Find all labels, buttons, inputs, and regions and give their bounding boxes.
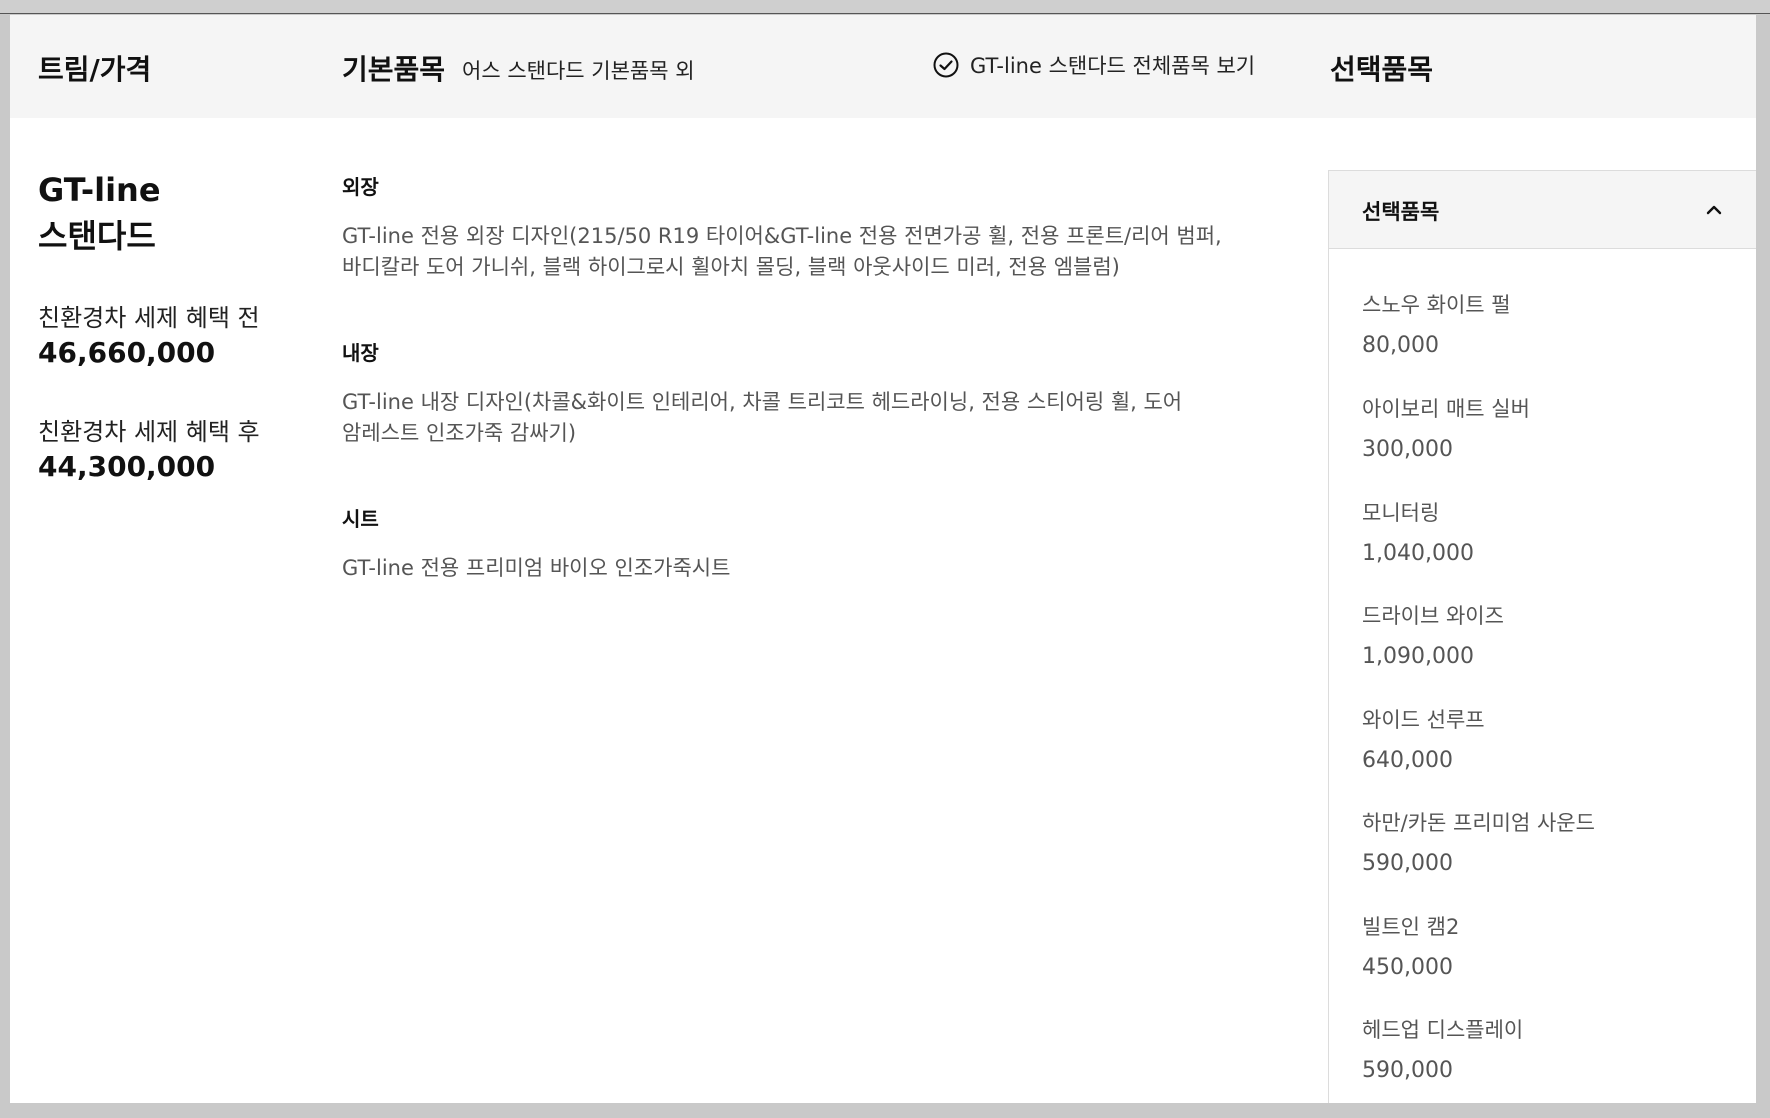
trim-name: GT-line 스탠다드 [38, 167, 161, 259]
trim-detail-panel: 트림/가격 기본품목 어스 스탠다드 기본품목 외 GT-line 스탠다드 전… [10, 15, 1756, 1103]
category-interior-desc: GT-line 내장 디자인(차콜&화이트 인테리어, 차콜 트리코트 헤드라이… [342, 387, 1242, 449]
header-bar: 트림/가격 기본품목 어스 스탠다드 기본품목 외 GT-line 스탠다드 전… [10, 15, 1756, 118]
view-all-items-label: GT-line 스탠다드 전체품목 보기 [970, 54, 1256, 78]
option-name: 헤드업 디스플레이 [1362, 1018, 1524, 1042]
trim-price-heading: 트림/가격 [38, 53, 152, 86]
option-name: 빌트인 캠2 [1362, 915, 1460, 939]
optional-items-accordion: 선택품목 스노우 화이트 펄 80,000 아이보리 매트 실버 300,000… [1328, 170, 1756, 1103]
option-name: 와이드 선루프 [1362, 708, 1485, 732]
option-price: 300,000 [1362, 437, 1453, 462]
option-name: 하만/카돈 프리미엄 사운드 [1362, 811, 1595, 835]
desc-line: 암레스트 인조가죽 감싸기) [342, 421, 577, 445]
option-price: 640,000 [1362, 748, 1453, 773]
option-name: 스노우 화이트 펄 [1362, 293, 1511, 317]
desc-line: GT-line 내장 디자인(차콜&화이트 인테리어, 차콜 트리코트 헤드라이… [342, 390, 1183, 414]
price-before-label: 친환경차 세제 혜택 전 [38, 304, 260, 332]
option-price: 1,090,000 [1362, 644, 1474, 669]
option-price: 1,040,000 [1362, 541, 1474, 566]
option-item: 와이드 선루프 640,000 [1362, 704, 1485, 773]
price-after-value: 44,300,000 [38, 450, 216, 483]
category-exterior-desc: GT-line 전용 외장 디자인(215/50 R19 타이어&GT-line… [342, 221, 1242, 283]
option-name: 모니터링 [1362, 501, 1440, 525]
basic-items-heading: 기본품목 [342, 53, 446, 86]
option-price: 450,000 [1362, 955, 1453, 980]
view-all-items-link[interactable]: GT-line 스탠다드 전체품목 보기 [932, 48, 1255, 82]
optional-items-accordion-title: 선택품목 [1362, 200, 1440, 224]
desc-line: 바디칼라 도어 가니쉬, 블랙 하이그로시 휠아치 몰딩, 블랙 아웃사이드 미… [342, 255, 1120, 279]
option-price: 590,000 [1362, 851, 1453, 876]
category-exterior-title: 외장 [342, 175, 379, 199]
option-name: 드라이브 와이즈 [1362, 604, 1504, 628]
price-after-label: 친환경차 세제 혜택 후 [38, 418, 260, 446]
category-interior-title: 내장 [342, 341, 379, 365]
desc-line: GT-line 전용 프리미엄 바이오 인조가죽시트 [342, 556, 731, 580]
option-price: 80,000 [1362, 333, 1439, 358]
option-price: 590,000 [1362, 1058, 1453, 1083]
basic-items-subtitle: 어스 스탠다드 기본품목 외 [462, 59, 695, 83]
option-item: 하만/카돈 프리미엄 사운드 590,000 [1362, 807, 1595, 876]
check-circle-icon [933, 52, 959, 78]
option-item: 빌트인 캠2 450,000 [1362, 911, 1459, 980]
category-seat-title: 시트 [342, 507, 379, 531]
option-name: 아이보리 매트 실버 [1362, 397, 1530, 421]
trim-name-line2: 스탠다드 [38, 217, 156, 255]
optional-items-accordion-header[interactable]: 선택품목 [1329, 171, 1756, 249]
option-item: 모니터링 1,040,000 [1362, 497, 1474, 566]
optional-items-heading: 선택품목 [1330, 53, 1434, 86]
option-item: 헤드업 디스플레이 590,000 [1362, 1014, 1523, 1083]
chevron-up-icon[interactable] [1703, 199, 1725, 221]
desc-line: GT-line 전용 외장 디자인(215/50 R19 타이어&GT-line… [342, 224, 1222, 248]
price-before-value: 46,660,000 [38, 336, 216, 369]
trim-name-line1: GT-line [38, 171, 161, 209]
option-item: 드라이브 와이즈 1,090,000 [1362, 600, 1504, 669]
category-seat-desc: GT-line 전용 프리미엄 바이오 인조가죽시트 [342, 553, 1242, 584]
option-item: 아이보리 매트 실버 300,000 [1362, 393, 1530, 462]
window-top-edge [0, 0, 1770, 14]
option-item: 스노우 화이트 펄 80,000 [1362, 289, 1511, 358]
